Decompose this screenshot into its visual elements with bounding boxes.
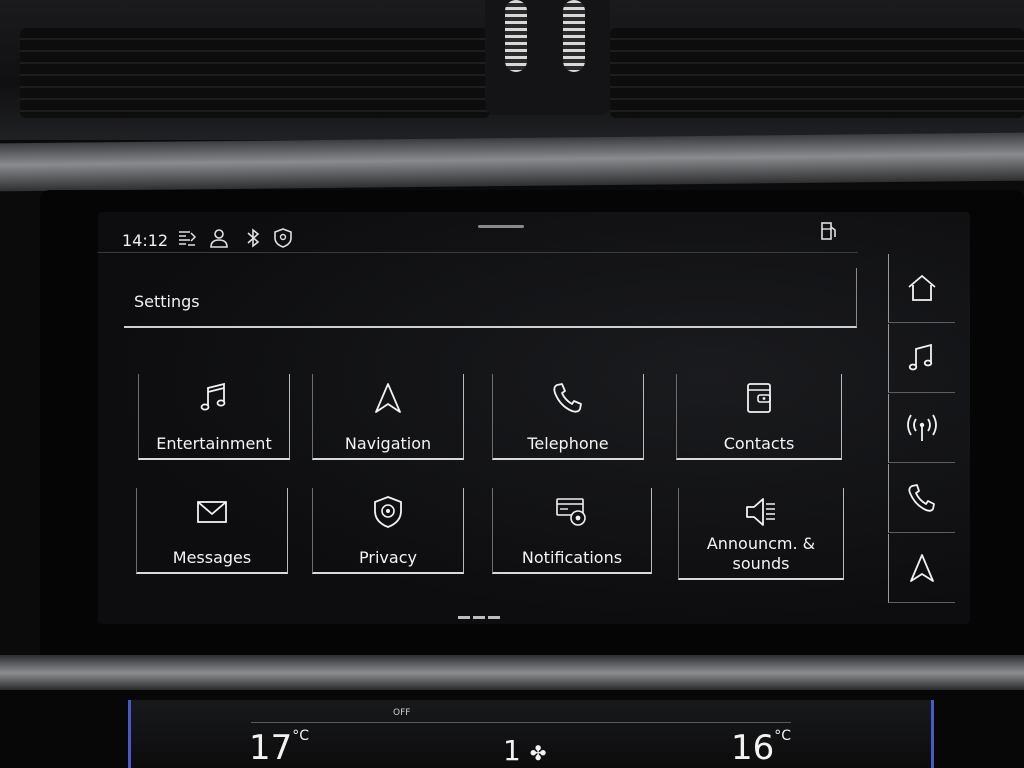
tile-messages[interactable]: Messages	[136, 488, 288, 574]
envelope-icon	[197, 501, 227, 523]
infotainment-screen: 14:12 Settings Entertainment Navigation …	[98, 212, 970, 624]
shortcut-radio[interactable]	[888, 394, 955, 463]
climate-panel: OFF 17°C 1 ✤ 16°C	[128, 700, 934, 768]
temp-unit: °C	[774, 728, 792, 744]
pull-down-handle[interactable]	[478, 225, 524, 228]
connectivity-icon	[179, 231, 197, 246]
tile-privacy[interactable]: Privacy	[312, 488, 464, 574]
notifications-gear-icon	[556, 498, 586, 526]
fan-speed[interactable]: 1 ✤	[503, 734, 547, 767]
fuel-pump-icon	[821, 222, 836, 240]
home-icon	[908, 274, 936, 301]
air-vent-center	[485, 0, 610, 115]
tile-label: Notifications	[521, 548, 623, 567]
tile-label: Navigation	[344, 434, 432, 453]
tile-label: Messages	[172, 548, 252, 567]
contacts-book-icon	[747, 383, 771, 413]
temp-unit: °C	[292, 728, 310, 744]
tile-entertainment[interactable]: Entertainment	[138, 374, 290, 460]
page-indicator	[458, 604, 504, 619]
tile-contacts[interactable]: Contacts	[676, 374, 842, 460]
page-title: Settings	[134, 292, 200, 311]
shortcut-media[interactable]	[888, 324, 955, 393]
shortcut-navigation[interactable]	[888, 534, 955, 603]
phone-icon	[553, 383, 582, 413]
tile-announcements-sounds[interactable]: Announcm. & sounds	[678, 488, 844, 580]
user-profile-icon	[210, 229, 228, 248]
speaker-icon	[746, 498, 775, 526]
tile-notifications[interactable]: Notifications	[492, 488, 652, 574]
shortcut-home[interactable]	[888, 254, 955, 323]
tile-label: Announcm. & sounds	[706, 534, 816, 573]
tile-label: Telephone	[527, 434, 609, 453]
navigation-arrow-icon	[910, 554, 934, 582]
right-temperature[interactable]: 16°C	[731, 728, 791, 768]
dashboard-trim-lower	[0, 655, 1024, 691]
right-temp-value: 16	[731, 728, 775, 768]
climate-buttons-row: OFF	[251, 704, 791, 723]
radio-signal-icon	[907, 414, 937, 441]
privacy-shield-icon	[374, 496, 402, 528]
status-bar: 14:12	[98, 212, 970, 254]
air-vent-right	[610, 28, 1024, 118]
page-dot	[488, 616, 500, 619]
fan-icon: ✤	[529, 741, 547, 765]
tile-label: Entertainment	[156, 434, 272, 453]
page-header: Settings	[124, 268, 857, 328]
music-note-icon	[908, 343, 933, 371]
music-note-icon	[200, 382, 226, 411]
tile-label: Privacy	[359, 548, 417, 567]
vent-adjuster-right[interactable]	[563, 0, 585, 72]
shortcut-phone[interactable]	[888, 464, 955, 533]
fan-level-value: 1	[503, 734, 521, 767]
vent-adjuster-left[interactable]	[505, 0, 527, 72]
dashboard-top	[0, 0, 1024, 140]
left-temperature[interactable]: 17°C	[249, 728, 309, 768]
navigation-arrow-icon	[375, 383, 401, 413]
page-dot	[458, 616, 470, 619]
climate-off-button[interactable]: OFF	[393, 708, 410, 718]
tile-telephone[interactable]: Telephone	[492, 374, 644, 460]
dashboard-trim	[0, 132, 1024, 192]
left-temp-value: 17	[249, 728, 293, 768]
air-vent-left	[20, 28, 490, 118]
tile-label: Contacts	[723, 434, 795, 453]
phone-icon	[908, 484, 935, 512]
shortcut-bar	[888, 254, 966, 606]
location-shield-icon	[274, 228, 292, 248]
status-divider	[98, 252, 858, 253]
page-dot	[473, 616, 485, 619]
bluetooth-icon	[247, 228, 260, 248]
clock: 14:12	[122, 231, 169, 250]
tile-navigation[interactable]: Navigation	[312, 374, 464, 460]
